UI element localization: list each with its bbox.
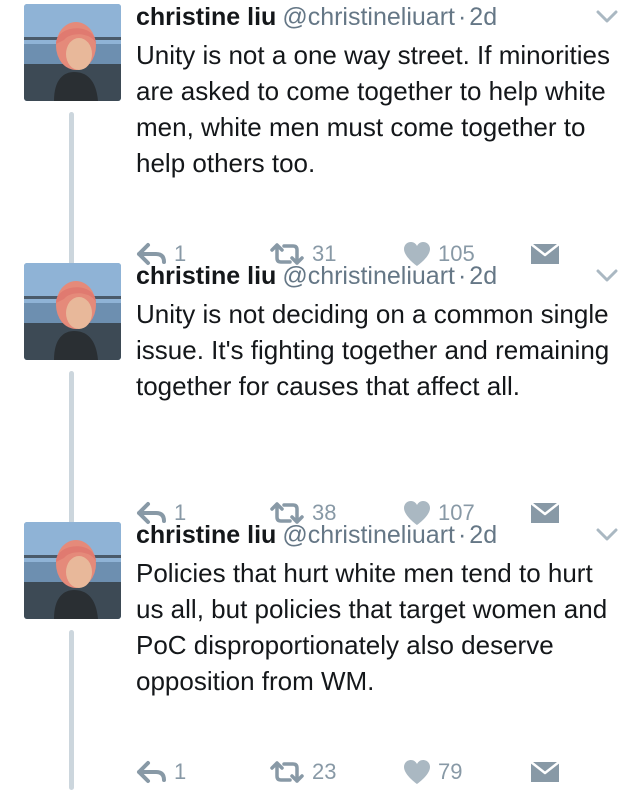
reply-button[interactable]: 1 [136, 754, 186, 790]
separator-dot: · [457, 3, 467, 31]
reply-icon [136, 760, 168, 784]
tweet-thread: christine liu @christineliuart · 2d Unity i… [0, 0, 640, 790]
tweet-text: Unity is not deciding on a common single… [136, 299, 610, 401]
chevron-down-icon[interactable] [596, 528, 618, 542]
tweet[interactable]: christine liu @christineliuart · 2d Unity i… [0, 0, 640, 292]
author-handle[interactable]: @christineliuart [282, 3, 455, 31]
tweet-actions: 1 23 79 [136, 754, 596, 790]
like-count: 79 [438, 759, 463, 784]
timestamp[interactable]: 2d [469, 521, 497, 549]
thread-connector-line [69, 630, 74, 790]
separator-dot: · [457, 521, 467, 549]
tweet-text: Unity is not a one way street. If minori… [136, 40, 610, 178]
tweet-header: christine liu @christineliuart · 2d [136, 520, 497, 550]
author-name[interactable]: christine liu [136, 3, 276, 31]
tweet[interactable]: christine liu @christineliuart · 2d Unity i… [0, 259, 640, 551]
author-name[interactable]: christine liu [136, 262, 276, 290]
author-name[interactable]: christine liu [136, 521, 276, 549]
timestamp[interactable]: 2d [469, 3, 497, 31]
tweet-header: christine liu @christineliuart · 2d [136, 2, 497, 32]
envelope-icon [530, 760, 560, 784]
retweet-button[interactable]: 23 [268, 754, 336, 790]
avatar[interactable] [24, 4, 121, 101]
tweet-header: christine liu @christineliuart · 2d [136, 261, 497, 291]
timestamp[interactable]: 2d [469, 262, 497, 290]
avatar[interactable] [24, 263, 121, 360]
separator-dot: · [457, 262, 467, 290]
tweet-text: Policies that hurt white men tend to hur… [136, 558, 608, 696]
retweet-count: 23 [312, 759, 337, 784]
chevron-down-icon[interactable] [596, 10, 618, 24]
reply-count: 1 [174, 759, 187, 784]
avatar[interactable] [24, 522, 121, 619]
author-handle[interactable]: @christineliuart [282, 521, 455, 549]
author-handle[interactable]: @christineliuart [282, 262, 455, 290]
like-button[interactable]: 79 [402, 754, 462, 790]
tweet[interactable]: christine liu @christineliuart · 2d Policie… [0, 518, 640, 790]
heart-icon [402, 759, 432, 785]
direct-message-button[interactable] [530, 754, 560, 790]
chevron-down-icon[interactable] [596, 269, 618, 283]
retweet-icon [268, 760, 306, 784]
